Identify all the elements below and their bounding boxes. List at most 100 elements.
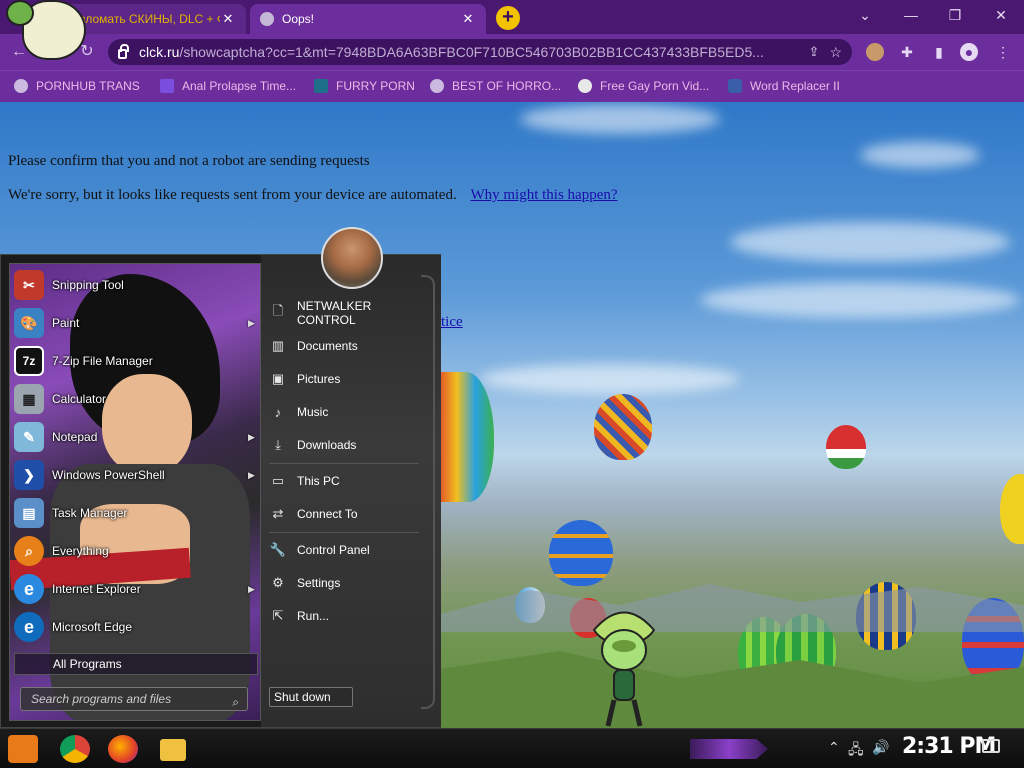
why-link[interactable]: Why might this happen? — [470, 187, 617, 203]
place-item[interactable]: ▣ Pictures — [269, 366, 419, 392]
menu-kebab-icon[interactable]: ⋮ — [994, 43, 1012, 61]
download-icon: ⤓ — [275, 437, 281, 452]
program-item[interactable]: ✎ Notepad ▶ — [14, 420, 258, 454]
globe-icon — [430, 79, 444, 93]
gear-icon: ⚙ — [272, 575, 284, 590]
search-placeholder: Search programs and files — [31, 692, 172, 706]
shutdown-button[interactable]: Shut down — [269, 687, 353, 707]
wrench-icon: 🔧 — [269, 542, 287, 557]
place-label: Pictures — [297, 372, 341, 386]
program-item[interactable]: e Internet Explorer ▶ — [14, 572, 258, 606]
cloud — [700, 282, 1020, 318]
bookmark-label: Free Gay Porn Vid... — [600, 79, 710, 93]
user-avatar[interactable] — [321, 227, 383, 289]
extension-avatar-icon[interactable] — [866, 43, 884, 61]
places-pane: 🗋 NETWALKER CONTROL ▥ Documents ▣ Pictures … — [261, 255, 441, 727]
program-label: 7-Zip File Manager — [52, 354, 153, 368]
profile-icon[interactable]: ● — [960, 43, 978, 61]
browser-tab-strip: Взломать СКИНЫ, DLC + Ф ✕ Oops! ✕ + ⌄ — … — [0, 0, 1024, 34]
green-hills — [440, 651, 1024, 732]
tab-title: Взломать СКИНЫ, DLC + Ф — [72, 12, 220, 26]
notice-link[interactable]: tice — [441, 314, 463, 331]
globe-icon — [14, 79, 28, 93]
volume-icon[interactable]: 🔊 — [872, 739, 889, 756]
place-item[interactable]: ⤓ Downloads — [269, 432, 419, 458]
side-panel-icon[interactable]: ▮ — [930, 43, 948, 61]
close-tab-icon[interactable]: ✕ — [220, 11, 236, 27]
new-tab-button[interactable]: + — [496, 6, 520, 30]
network-icon[interactable]: 🖧 — [848, 739, 864, 763]
firefox-icon[interactable] — [108, 735, 138, 763]
restore-icon[interactable]: ❐ — [940, 6, 970, 26]
library-icon: ▥ — [271, 338, 285, 353]
place-label: Downloads — [297, 438, 357, 452]
url-host: clck.ru — [139, 44, 180, 60]
place-item[interactable]: ♪ Music — [269, 399, 419, 425]
extensions-puzzle-icon[interactable]: ✚ — [898, 43, 916, 61]
notifications-icon[interactable] — [982, 739, 1000, 753]
programs-pane: ✂ Snipping Tool 🎨 Paint ▶ 7z 7-Zip File Mana… — [9, 263, 261, 721]
bookmark-item[interactable]: FURRY PORN — [314, 79, 415, 93]
balloon — [549, 520, 613, 586]
address-bar[interactable]: clck.ru/showcaptcha?cc=1&mt=7948BDA6A63B… — [108, 39, 852, 65]
place-item[interactable]: ⇱ Run... — [269, 603, 419, 629]
minimize-icon[interactable]: — — [896, 6, 926, 26]
program-item[interactable]: 7z 7-Zip File Manager — [14, 344, 258, 378]
url-text[interactable]: clck.ru/showcaptcha?cc=1&mt=7948BDA6A63B… — [139, 44, 799, 60]
lambda-icon — [314, 79, 328, 93]
place-item[interactable]: 🔧 Control Panel — [269, 537, 419, 563]
start-button-icon[interactable] — [8, 735, 38, 763]
picture-icon: ▣ — [271, 371, 285, 386]
all-programs-button[interactable]: All Programs — [14, 653, 258, 675]
cloud — [480, 364, 740, 394]
program-item[interactable]: ▤ Task Manager — [14, 496, 258, 530]
bookmark-star-icon[interactable]: ☆ — [829, 44, 842, 61]
program-label: Internet Explorer — [52, 582, 141, 596]
program-item[interactable]: ▦ Calculator — [14, 382, 258, 416]
program-label: Snipping Tool — [52, 278, 124, 292]
program-label: Windows PowerShell — [52, 468, 165, 482]
captcha-title: Please confirm that you and not a robot … — [8, 153, 370, 169]
bookmark-label: Anal Prolapse Time... — [182, 79, 297, 93]
tab-active[interactable]: Oops! ✕ — [250, 4, 486, 34]
program-label: Microsoft Edge — [52, 620, 133, 634]
search-icon[interactable]: ⌕ — [232, 691, 239, 713]
divider — [269, 463, 419, 464]
search-input[interactable]: Search programs and files ⌕ — [20, 687, 248, 711]
bookmark-item[interactable]: BEST OF HORRO... — [430, 79, 561, 93]
place-item[interactable]: ⇄ Connect To — [269, 501, 419, 527]
bookmark-item[interactable]: PORNHUB TRANS — [14, 79, 140, 93]
close-window-icon[interactable]: ✕ — [986, 6, 1016, 26]
program-item[interactable]: 🎨 Paint ▶ — [14, 306, 258, 340]
submenu-arrow-icon: ▶ — [248, 317, 255, 328]
chrome-icon[interactable] — [60, 735, 90, 763]
tab-search-icon[interactable]: ⌄ — [850, 6, 880, 26]
place-item[interactable]: ⚙ Settings — [269, 570, 419, 596]
url-path: /showcaptcha?cc=1&mt=7948BDA6A63BFBC0F71… — [179, 44, 764, 60]
program-item[interactable]: e Microsoft Edge — [14, 610, 258, 644]
bookmark-label: PORNHUB TRANS — [36, 79, 140, 93]
lock-icon[interactable] — [118, 44, 129, 59]
edge-icon: e — [14, 612, 44, 642]
place-item[interactable]: 🗋 NETWALKER CONTROL — [269, 299, 419, 327]
balloon — [438, 372, 494, 502]
bookmark-item[interactable]: Anal Prolapse Time... — [160, 79, 296, 93]
program-item[interactable]: ⌕ Everything — [14, 534, 258, 568]
cartoon-sticker — [6, 0, 86, 60]
divider — [269, 532, 419, 533]
share-icon[interactable]: ⇪ — [809, 44, 820, 60]
place-item[interactable]: ▭ This PC — [269, 468, 419, 494]
bookmark-item[interactable]: Word Replacer II — [728, 79, 840, 93]
show-hidden-icons-icon[interactable]: ⌃ — [828, 739, 840, 756]
close-tab-icon[interactable]: ✕ — [460, 11, 476, 27]
place-label: Run... — [297, 609, 330, 623]
connect-icon: ⇄ — [272, 506, 284, 521]
submenu-arrow-icon: ▶ — [248, 431, 255, 442]
place-label: Settings — [297, 576, 341, 590]
start-menu: ✂ Snipping Tool 🎨 Paint ▶ 7z 7-Zip File Mana… — [0, 254, 441, 728]
program-item[interactable]: ✂ Snipping Tool — [14, 268, 258, 302]
explorer-icon[interactable] — [160, 739, 186, 761]
place-item[interactable]: ▥ Documents — [269, 333, 419, 359]
bookmark-item[interactable]: Free Gay Porn Vid... — [578, 79, 709, 93]
program-item[interactable]: ❯ Windows PowerShell ▶ — [14, 458, 258, 492]
